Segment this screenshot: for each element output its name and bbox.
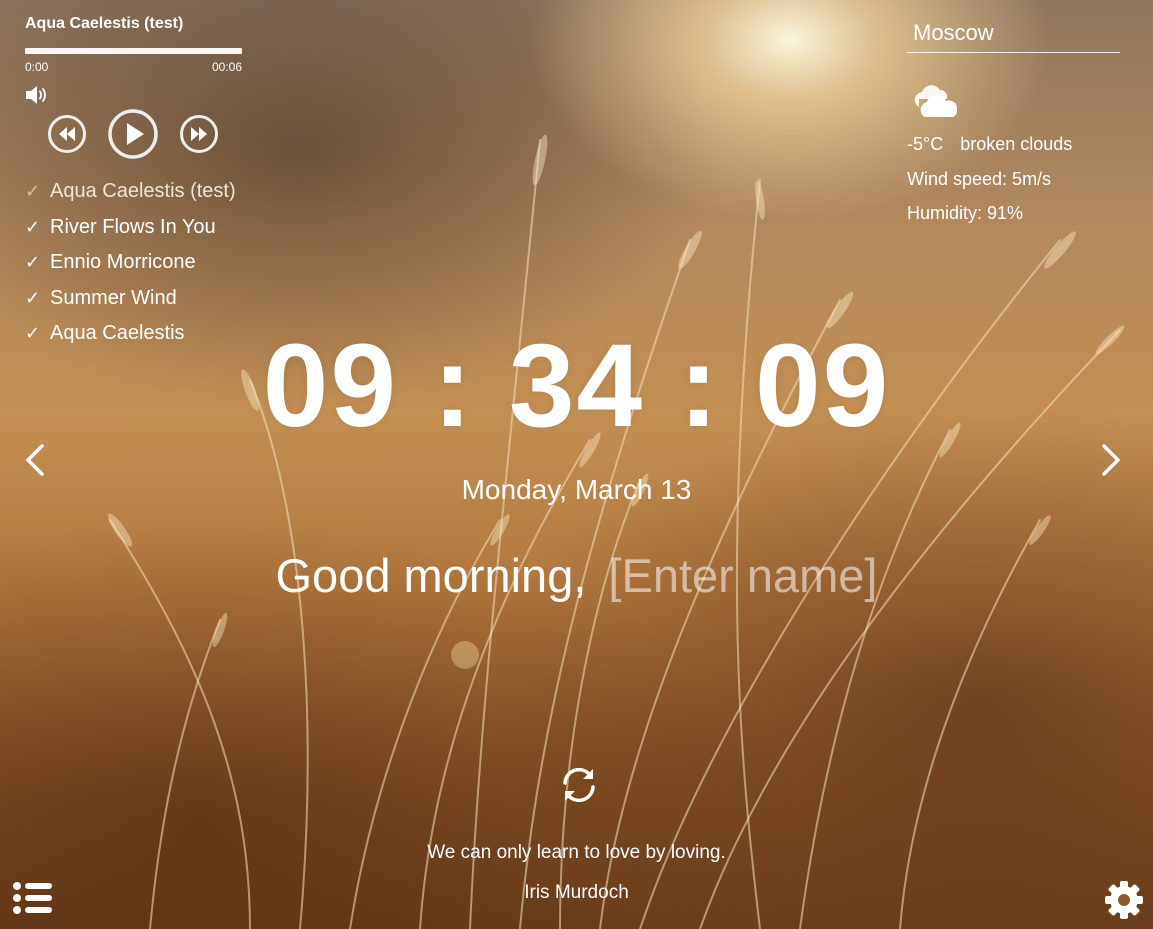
playlist-item-title: Summer Wind bbox=[50, 286, 177, 309]
current-track-title: Aqua Caelestis (test) bbox=[25, 15, 184, 32]
audio-player: Aqua Caelestis (test) 0:00 00:06 ✓ Aqua … bbox=[25, 14, 255, 352]
humidity: Humidity: 91% bbox=[907, 203, 1024, 223]
speaker-icon[interactable] bbox=[25, 84, 51, 106]
playlist-item[interactable]: ✓ River Flows In You bbox=[25, 210, 255, 246]
name-input[interactable]: [Enter name] bbox=[608, 549, 877, 602]
playlist-item-title: Aqua Caelestis (test) bbox=[50, 180, 236, 202]
playlist-item[interactable]: ✓ Summer Wind bbox=[25, 281, 255, 317]
greeting: Good morning, [Enter name] bbox=[0, 548, 1153, 604]
check-icon: ✓ bbox=[25, 216, 41, 237]
gear-icon[interactable] bbox=[1103, 879, 1145, 921]
city-input[interactable]: Moscow bbox=[907, 20, 1120, 53]
clock-time: 09 : 34 : 09 bbox=[262, 320, 891, 452]
weather-widget: Moscow -5°C broken clouds Wind speed: 5m… bbox=[907, 20, 1120, 231]
check-icon: ✓ bbox=[25, 252, 41, 272]
current-time: 0:00 bbox=[25, 60, 49, 74]
progress-bar[interactable] bbox=[25, 48, 242, 54]
weather-summary: -5°C broken clouds bbox=[907, 127, 1120, 162]
playback-controls bbox=[47, 108, 255, 160]
quote-author: Iris Murdoch bbox=[524, 882, 629, 903]
wind-speed: Wind speed: 5m/s bbox=[907, 168, 1052, 189]
weather-description: broken clouds bbox=[960, 134, 1073, 154]
rewind-icon[interactable] bbox=[47, 114, 87, 154]
quote-text: We can only learn to love by loving. bbox=[427, 842, 726, 863]
date-display: Monday, March 13 bbox=[461, 474, 692, 505]
playlist-item[interactable]: ✓ Aqua Caelestis (test) bbox=[25, 174, 255, 210]
fast-forward-icon[interactable] bbox=[179, 114, 219, 154]
list-icon[interactable] bbox=[12, 880, 54, 916]
broken-clouds-icon bbox=[914, 85, 958, 117]
playlist-item[interactable]: ✓ Ennio Morricone bbox=[25, 245, 255, 281]
time-display: 0:00 00:06 bbox=[25, 60, 242, 74]
playlist-item-title: Ennio Morricone bbox=[50, 251, 196, 273]
check-icon: ✓ bbox=[25, 287, 41, 308]
duration: 00:06 bbox=[211, 60, 242, 74]
temperature: -5°C bbox=[907, 134, 944, 154]
check-icon: ✓ bbox=[25, 181, 41, 201]
play-icon[interactable] bbox=[107, 108, 159, 160]
refresh-icon[interactable] bbox=[557, 763, 601, 807]
playlist-item-title: River Flows In You bbox=[50, 215, 216, 238]
greeting-text: Good morning, bbox=[275, 549, 587, 602]
